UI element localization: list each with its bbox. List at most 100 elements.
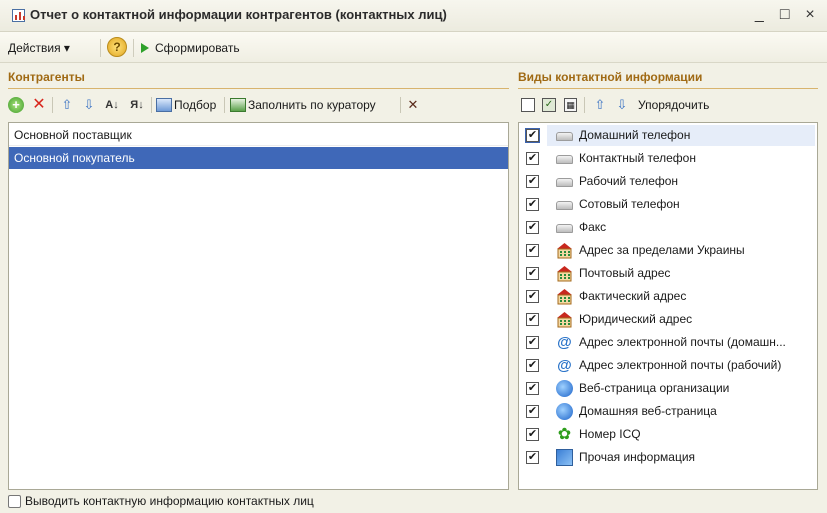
item-checkbox[interactable]: ✔ bbox=[526, 382, 539, 395]
item-label: Веб-страница организации bbox=[579, 381, 730, 395]
phone-icon bbox=[556, 178, 573, 187]
help-button[interactable]: ? bbox=[107, 37, 127, 57]
list-item[interactable]: ✔ ✿ Номер ICQ bbox=[519, 423, 817, 446]
move-up-icon[interactable]: ⇧ bbox=[591, 96, 609, 114]
close-button[interactable]: × bbox=[799, 4, 821, 26]
web-icon bbox=[556, 403, 573, 420]
list-item[interactable]: ✔ Домашняя веб-страница bbox=[519, 400, 817, 423]
contact-types-header: Виды контактной информации bbox=[518, 70, 703, 84]
item-checkbox[interactable]: ✔ bbox=[526, 290, 539, 303]
counterparties-list[interactable]: Основной поставщик Основной покупатель bbox=[8, 122, 509, 490]
item-label: Домашняя веб-страница bbox=[579, 404, 717, 418]
generate-button[interactable]: Сформировать bbox=[155, 39, 240, 57]
item-label: Прочая информация bbox=[579, 450, 696, 464]
list-item[interactable]: ✔ Факс bbox=[519, 216, 817, 239]
item-label: Номер ICQ bbox=[579, 427, 641, 441]
phone-icon bbox=[556, 155, 573, 164]
item-checkbox[interactable]: ✔ bbox=[526, 428, 539, 441]
sort-descending-icon[interactable]: Я↓ bbox=[128, 96, 146, 114]
item-label: Адрес электронной почты (рабочий) bbox=[579, 358, 782, 372]
item-checkbox[interactable]: ✔ bbox=[526, 221, 539, 234]
selection-icon bbox=[156, 98, 172, 112]
list-item-label: Основной покупатель bbox=[14, 151, 135, 165]
item-label: Сотовый телефон bbox=[579, 197, 680, 211]
at-icon: @ bbox=[557, 334, 572, 351]
selection-button[interactable]: Подбор bbox=[174, 96, 216, 114]
title-bar: Отчет о контактной информации контрагент… bbox=[0, 0, 827, 32]
counterparties-header: Контрагенты bbox=[8, 70, 85, 84]
list-item[interactable]: ✔ Сотовый телефон bbox=[519, 193, 817, 216]
move-down-icon[interactable]: ⇩ bbox=[613, 96, 631, 114]
fill-by-curator-button[interactable]: Заполнить по куратору bbox=[248, 96, 376, 114]
item-label: Адрес электронной почты (домашн... bbox=[579, 335, 786, 349]
item-label: Домашний телефон bbox=[579, 128, 691, 142]
item-checkbox[interactable]: ✔ bbox=[525, 128, 540, 143]
item-checkbox[interactable]: ✔ bbox=[526, 336, 539, 349]
item-label: Рабочий телефон bbox=[579, 174, 679, 188]
web-icon bbox=[556, 380, 573, 397]
report-chart-icon bbox=[12, 9, 25, 22]
item-label: Контактный телефон bbox=[579, 151, 696, 165]
move-down-icon[interactable]: ⇩ bbox=[80, 96, 98, 114]
show-contact-persons-label: Выводить контактную информацию контактны… bbox=[25, 494, 314, 508]
item-checkbox[interactable]: ✔ bbox=[526, 175, 539, 188]
house-icon bbox=[557, 266, 572, 282]
list-item[interactable]: ✔ Фактический адрес bbox=[519, 285, 817, 308]
separator bbox=[133, 39, 134, 57]
phone-icon bbox=[556, 224, 573, 233]
order-button[interactable]: Упорядочить bbox=[638, 96, 709, 114]
list-item[interactable]: ✔ @ Адрес электронной почты (домашн... bbox=[519, 331, 817, 354]
phone-icon bbox=[556, 201, 573, 210]
item-label: Факс bbox=[579, 220, 607, 234]
at-icon: @ bbox=[557, 357, 572, 374]
uncheck-all-icon[interactable]: ✓ bbox=[542, 98, 556, 112]
report-window: Отчет о контактной информации контрагент… bbox=[0, 0, 827, 513]
separator bbox=[100, 39, 101, 57]
list-item-selected[interactable]: Основной покупатель bbox=[9, 147, 508, 169]
contact-types-list[interactable]: ✔ Домашний телефон ✔ Контактный телефон … bbox=[518, 122, 818, 490]
item-checkbox[interactable]: ✔ bbox=[526, 359, 539, 372]
phone-icon bbox=[556, 132, 573, 141]
show-contact-persons-checkbox[interactable] bbox=[8, 495, 21, 508]
list-item[interactable]: ✔ Прочая информация bbox=[519, 446, 817, 469]
command-bar: Действия ▾ ? Сформировать bbox=[0, 32, 827, 63]
item-checkbox[interactable]: ✔ bbox=[526, 198, 539, 211]
list-item[interactable]: ✔ Рабочий телефон bbox=[519, 170, 817, 193]
header-underline bbox=[518, 88, 818, 89]
fill-icon bbox=[230, 98, 246, 112]
maximize-button[interactable]: □ bbox=[774, 4, 796, 26]
sort-ascending-icon[interactable]: A↓ bbox=[103, 96, 121, 114]
item-label: Адрес за пределами Украины bbox=[579, 243, 745, 257]
list-item-label: Основной поставщик bbox=[14, 128, 132, 142]
item-label: Юридический адрес bbox=[579, 312, 693, 326]
list-item[interactable]: ✔ Контактный телефон bbox=[519, 147, 817, 170]
info-icon bbox=[556, 449, 573, 466]
contact-types-toolbar: ✓ ▦ ⇧ ⇩ Упорядочить bbox=[518, 93, 818, 117]
item-checkbox[interactable]: ✔ bbox=[526, 313, 539, 326]
item-checkbox[interactable]: ✔ bbox=[526, 267, 539, 280]
item-checkbox[interactable]: ✔ bbox=[526, 244, 539, 257]
delete-icon[interactable]: ✕ bbox=[30, 96, 48, 114]
list-item[interactable]: ✔ Домашний телефон bbox=[519, 124, 817, 147]
item-checkbox[interactable]: ✔ bbox=[526, 451, 539, 464]
house-icon bbox=[557, 312, 572, 328]
actions-menu[interactable]: Действия ▾ bbox=[8, 39, 70, 57]
counterparties-toolbar: + ✕ ⇧ ⇩ A↓ Я↓ Подбор Заполнить по курато… bbox=[8, 93, 509, 117]
icq-icon: ✿ bbox=[557, 426, 572, 443]
item-checkbox[interactable]: ✔ bbox=[526, 405, 539, 418]
item-label: Фактический адрес bbox=[579, 289, 687, 303]
list-item[interactable]: ✔ Юридический адрес bbox=[519, 308, 817, 331]
add-icon[interactable]: + bbox=[8, 97, 24, 113]
invert-check-icon[interactable]: ▦ bbox=[564, 98, 577, 112]
list-item[interactable]: ✔ Адрес за пределами Украины bbox=[519, 239, 817, 262]
clear-icon[interactable]: ✕ bbox=[404, 96, 422, 114]
item-checkbox[interactable]: ✔ bbox=[526, 152, 539, 165]
list-item[interactable]: Основной поставщик bbox=[9, 124, 508, 146]
minimize-button[interactable]: _ bbox=[748, 4, 770, 26]
move-up-icon[interactable]: ⇧ bbox=[58, 96, 76, 114]
list-item[interactable]: ✔ @ Адрес электронной почты (рабочий) bbox=[519, 354, 817, 377]
window-title: Отчет о контактной информации контрагент… bbox=[30, 7, 447, 22]
list-item[interactable]: ✔ Веб-страница организации bbox=[519, 377, 817, 400]
check-all-icon[interactable] bbox=[521, 98, 535, 112]
list-item[interactable]: ✔ Почтовый адрес bbox=[519, 262, 817, 285]
